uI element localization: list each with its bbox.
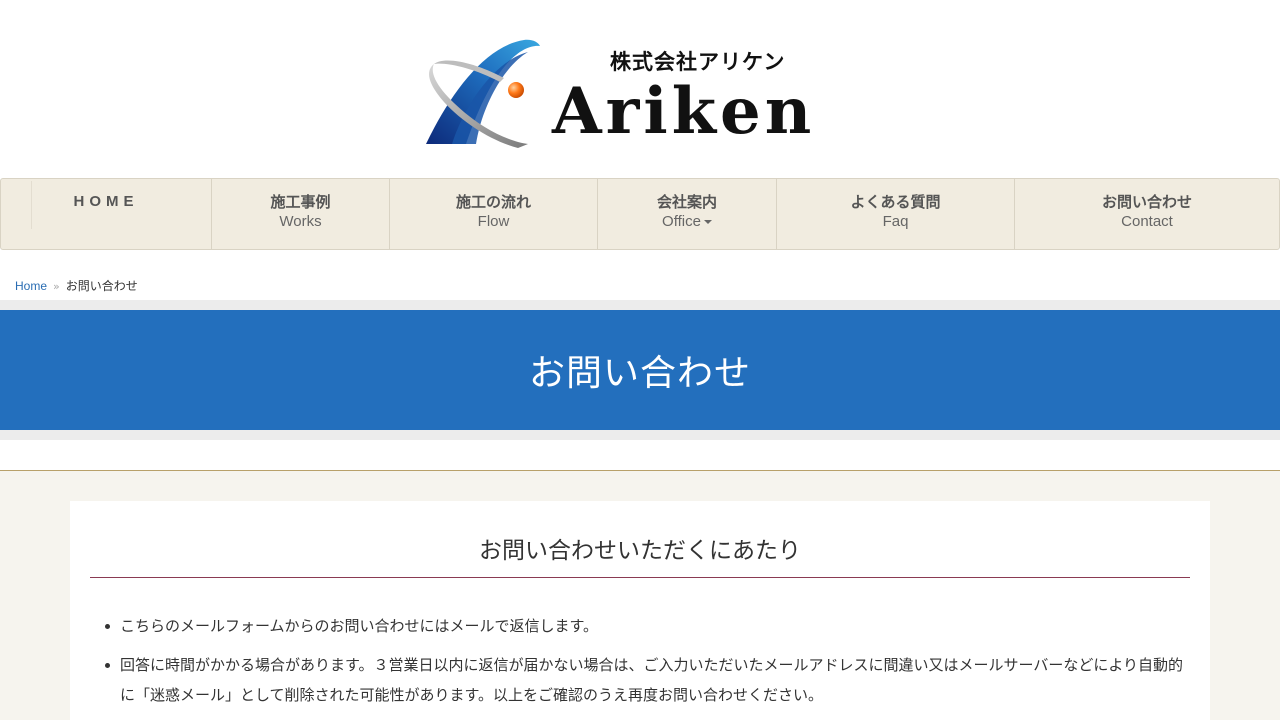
nav-item-sublabel: Office xyxy=(662,212,712,232)
nav-item-label: HOME xyxy=(73,193,139,210)
logo-mark-icon xyxy=(426,39,540,148)
nav-item-sublabel: Faq xyxy=(882,213,909,230)
global-nav: HOME 施工事例 Works 施工の流れ Flow 会社案内 Office よ… xyxy=(0,178,1280,250)
list-item: こちらのメールフォームからのお問い合わせにはメールで返信します。 xyxy=(105,611,1190,641)
nav-item-sublabel-text: Office xyxy=(662,213,701,230)
breadcrumb-home-link[interactable]: Home xyxy=(15,279,47,293)
content-area: お問い合わせいただくにあたり こちらのメールフォームからのお問い合わせにはメール… xyxy=(0,470,1280,720)
page-title: お問い合わせ xyxy=(528,353,751,394)
nav-item-label: お問い合わせ xyxy=(1101,193,1192,211)
caret-down-icon xyxy=(703,220,712,225)
nav-item-label: 施工事例 xyxy=(270,193,331,211)
site-header: 株式会社アリケン Ariken xyxy=(0,0,1280,178)
nav-item-label: よくある質問 xyxy=(850,193,941,211)
nav-item-label: 施工の流れ xyxy=(455,193,531,211)
nav-item-contact[interactable]: お問い合わせ Contact xyxy=(1014,179,1279,249)
nav-item-sublabel: Contact xyxy=(1121,213,1173,230)
notice-list: こちらのメールフォームからのお問い合わせにはメールで返信します。 回答に時間がか… xyxy=(105,611,1190,719)
page-title-area: お問い合わせ xyxy=(0,300,1280,440)
logo-company-name: 株式会社アリケン xyxy=(610,49,786,74)
nav-item-home[interactable]: HOME xyxy=(1,179,211,249)
nav-divider xyxy=(31,181,32,229)
nav-item-sublabel: Flow xyxy=(477,213,510,230)
nav-item-flow[interactable]: 施工の流れ Flow xyxy=(389,179,597,249)
section-heading: お問い合わせいただくにあたり xyxy=(90,531,1190,578)
notice-card: お問い合わせいただくにあたり こちらのメールフォームからのお問い合わせにはメール… xyxy=(70,501,1210,720)
logo-wordmark: Ariken xyxy=(552,74,816,149)
breadcrumb-separator: » xyxy=(53,280,60,293)
breadcrumb: Home » お問い合わせ xyxy=(15,277,138,294)
nav-item-label: 会社案内 xyxy=(656,193,717,211)
breadcrumb-current: お問い合わせ xyxy=(65,279,138,293)
list-item: 回答に時間がかかる場合があります。３営業日以内に返信が届かない場合は、ご入力いた… xyxy=(105,650,1190,710)
nav-item-faq[interactable]: よくある質問 Faq xyxy=(776,179,1014,249)
site-logo[interactable]: 株式会社アリケン Ariken xyxy=(424,36,860,150)
nav-item-office[interactable]: 会社案内 Office xyxy=(597,179,776,249)
page-title-band: お問い合わせ xyxy=(0,310,1280,430)
nav-item-sublabel: Works xyxy=(279,213,322,230)
nav-item-works[interactable]: 施工事例 Works xyxy=(211,179,389,249)
